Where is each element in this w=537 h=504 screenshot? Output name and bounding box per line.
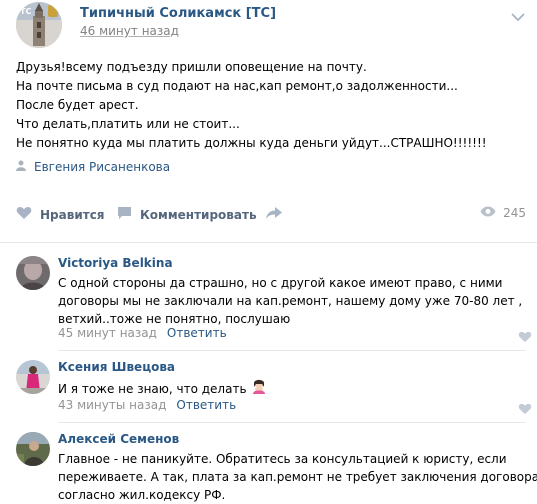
post-text-line: Не понятно куда мы платить должны куда д… — [16, 136, 487, 150]
comment: Victoriya Belkina С одной стороны да стр… — [16, 256, 532, 346]
signer-name: Евгения Рисаненкова — [34, 160, 171, 174]
comment-meta: 43 минуты назад Ответить — [58, 398, 236, 412]
eye-icon — [480, 206, 496, 220]
post-text: Друзья!всему подъезду пришли оповещение … — [16, 58, 526, 153]
comment: Алексей Семенов Главное - не паникуйте. … — [16, 432, 537, 504]
share-button[interactable] — [265, 206, 283, 223]
group-name-link[interactable]: Типичный Соликамск [ТС] — [80, 6, 276, 21]
avatar[interactable] — [16, 360, 50, 394]
comment-text: С одной стороны да страшно, но с другой … — [58, 274, 526, 328]
comment-text: Главное - не паникуйте. Обратитесь за ко… — [58, 450, 537, 504]
post-header: ТС Типичный Соликамск [ТС] 46 минут наза… — [16, 2, 526, 48]
signer-icon — [16, 160, 26, 174]
views-count: 245 — [503, 206, 526, 220]
comment-text-content: И я тоже не знаю, что делать — [58, 381, 247, 396]
like-button[interactable]: Нравится — [16, 206, 105, 223]
reply-button[interactable]: Ответить — [176, 398, 236, 412]
avatar[interactable] — [16, 256, 50, 290]
comment-text: И я тоже не знаю, что делать — [58, 378, 526, 399]
heart-icon[interactable] — [518, 328, 532, 343]
comment-icon — [117, 206, 132, 223]
comment: Ксения Швецова И я тоже не знаю, что дел… — [16, 360, 532, 416]
comment-author-link[interactable]: Victoriya Belkina — [58, 256, 173, 270]
post-text-line: После будет арест. — [16, 98, 139, 112]
divider — [0, 242, 537, 243]
post-actions: Нравится Комментировать 245 — [16, 206, 526, 234]
comment-author-link[interactable]: Ксения Швецова — [58, 360, 175, 374]
like-label: Нравится — [40, 207, 105, 222]
comment-text-line: согласно жил.кодексу РФ. — [58, 488, 226, 502]
comment-text-line: С одной стороны да страшно, но с другой … — [58, 276, 503, 290]
post-text-line: Друзья!всему подъезду пришли оповещение … — [16, 60, 367, 74]
comment-text-line: переживаете. А так, плата за кап.ремонт … — [58, 470, 537, 484]
reply-button[interactable]: Ответить — [167, 326, 227, 340]
emoji-icon — [251, 378, 267, 399]
comment-time[interactable]: 43 минуты назад — [58, 398, 166, 412]
post-time-link[interactable]: 46 минут назад — [80, 24, 179, 38]
views-counter: 245 — [480, 206, 526, 220]
avatar[interactable] — [16, 432, 50, 466]
comment-meta: 45 минут назад Ответить — [58, 326, 227, 340]
comment-text-line: И я тоже не знаю, что делать — [58, 378, 526, 399]
post-text-line: Что делать,платить или не стоит... — [16, 117, 240, 131]
comment-label: Комментировать — [140, 207, 257, 222]
comment-text-line: Главное - не паникуйте. Обратитесь за ко… — [58, 452, 507, 466]
heart-icon — [16, 206, 32, 223]
post-signer[interactable]: Евгения Рисаненкова — [16, 160, 170, 174]
share-icon — [265, 206, 283, 223]
comment-text-line: договоры мы не заключали на кап.ремонт, … — [58, 294, 523, 308]
heart-icon[interactable] — [518, 400, 532, 415]
divider — [58, 422, 526, 423]
post-text-line: На почте письма в суд подают на нас,кап … — [16, 79, 458, 93]
comment-author-link[interactable]: Алексей Семенов — [58, 432, 179, 446]
divider — [58, 350, 526, 351]
comment-button[interactable]: Комментировать — [117, 206, 257, 223]
svg-text:ТС: ТС — [20, 7, 31, 16]
more-icon[interactable] — [510, 8, 526, 22]
group-avatar[interactable]: ТС — [16, 2, 62, 48]
comment-time[interactable]: 45 минут назад — [58, 326, 157, 340]
